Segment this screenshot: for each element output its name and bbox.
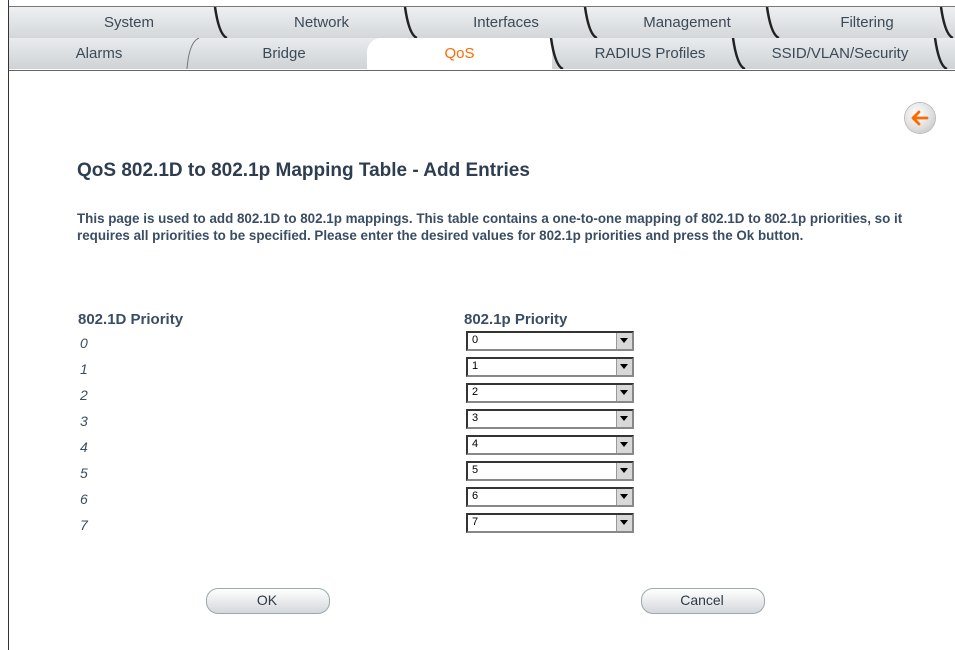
chevron-down-icon[interactable] [616,333,632,349]
select-value: 5 [472,464,479,476]
tab-separator [549,38,565,69]
priority-label: 7 [80,517,88,533]
page-title: QoS 802.1D to 802.1p Mapping Table - Add… [77,160,530,181]
ok-button[interactable]: OK [206,588,333,616]
tab-system[interactable]: System [49,7,209,38]
priority-select-6[interactable]: 6 [466,487,634,507]
chevron-down-icon[interactable] [616,463,632,479]
priority-select-4[interactable]: 4 [466,435,634,455]
priority-select-1[interactable]: 1 [466,357,634,377]
priority-select-5[interactable]: 5 [466,461,634,481]
tab-divider [9,70,955,71]
select-value: 1 [472,360,479,372]
chevron-down-icon[interactable] [616,489,632,505]
tab-network[interactable]: Network [234,7,409,38]
tab-alarms[interactable]: Alarms [9,38,189,69]
priority-label: 1 [80,361,88,377]
priority-label: 0 [80,335,88,351]
priority-label: 5 [80,465,88,481]
tab-separator [933,38,949,69]
tab-separator [213,7,229,38]
chevron-down-icon[interactable] [616,411,632,427]
priority-select-0[interactable]: 0 [466,331,634,351]
chevron-down-icon[interactable] [616,359,632,375]
tab-separator [939,7,955,38]
tab-filtering[interactable]: Filtering [787,7,947,38]
priority-label: 4 [80,439,88,455]
back-button[interactable] [905,103,935,133]
tab-ssid-vlan-security[interactable]: SSID/VLAN/Security [747,38,933,69]
primary-tab-bar: System Network Interfaces Management Fil… [9,6,955,38]
tab-qos[interactable]: QoS [367,38,552,69]
tab-interfaces[interactable]: Interfaces [421,7,591,38]
cancel-button-label: Cancel [680,592,724,608]
app-frame: System Network Interfaces Management Fil… [8,0,955,650]
priority-select-7[interactable]: 7 [466,513,634,533]
priority-label: 2 [80,387,88,403]
chevron-down-icon[interactable] [616,515,632,531]
chevron-down-icon[interactable] [616,385,632,401]
tab-radius-profiles[interactable]: RADIUS Profiles [565,38,735,69]
select-value: 4 [472,438,479,450]
secondary-tab-bar: Alarms Bridge QoS RADIUS Profiles SSID/V… [9,38,955,69]
tab-separator [583,7,599,38]
select-value: 7 [472,516,479,528]
select-value: 6 [472,490,479,502]
select-value: 2 [472,386,479,398]
priority-select-3[interactable]: 3 [466,409,634,429]
ok-button-label: OK [256,592,278,608]
col-header-8021p: 802.1p Priority [464,311,568,328]
back-arrow-icon [911,110,929,126]
select-value: 3 [472,412,479,424]
priority-select-2[interactable]: 2 [466,383,634,403]
priority-label: 3 [80,413,88,429]
page-description: This page is used to add 802.1D to 802.1… [77,211,903,243]
tab-management[interactable]: Management [601,7,773,38]
priority-label: 6 [80,491,88,507]
cancel-button[interactable]: Cancel [641,588,768,616]
col-header-8021d: 802.1D Priority [78,311,184,328]
tab-bridge[interactable]: Bridge [199,38,369,69]
select-value: 0 [472,334,479,346]
chevron-down-icon[interactable] [616,437,632,453]
tab-separator [403,7,419,38]
tab-separator [765,7,781,38]
tab-separator [731,38,747,69]
